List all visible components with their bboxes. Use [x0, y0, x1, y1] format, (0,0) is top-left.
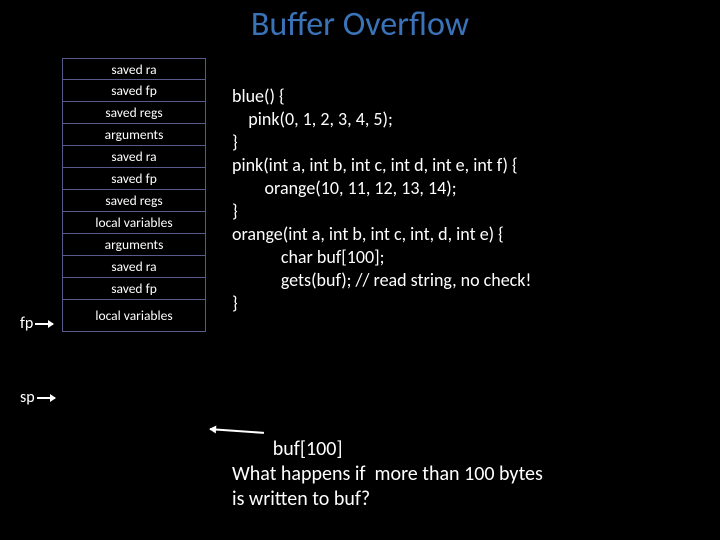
code-line: gets(buf); // read string, no check! [232, 269, 531, 291]
stack-cell: local variables [62, 300, 206, 332]
stack-cell: saved ra [62, 146, 206, 168]
code-line: } [232, 200, 238, 222]
stack-cell: local variables [62, 212, 206, 234]
stack-cell: arguments [62, 234, 206, 256]
stack-cell: saved fp [62, 168, 206, 190]
page-title: Buffer Overflow [0, 0, 720, 45]
stack-pointer-label: sp [20, 388, 60, 407]
question-line: is written to buf? [232, 487, 370, 511]
sp-text: sp [20, 388, 35, 407]
stack-diagram: saved ra saved fp saved regs arguments s… [62, 58, 206, 332]
code-line: pink(0, 1, 2, 3, 4, 5); [232, 108, 393, 130]
code-line: } [232, 131, 238, 153]
stack-cell: saved ra [62, 58, 206, 80]
stack-cell: saved regs [62, 102, 206, 124]
frame-pointer-label: fp [20, 314, 60, 333]
arrow-right-icon [37, 397, 55, 399]
code-line: blue() { [232, 85, 285, 107]
fp-text: fp [20, 314, 33, 333]
arrow-right-icon [35, 323, 53, 325]
code-block: blue() { pink(0, 1, 2, 3, 4, 5); } pink(… [232, 62, 531, 315]
code-line: orange(int a, int b, int c, int, d, int … [232, 223, 504, 245]
stack-cell: saved fp [62, 278, 206, 300]
code-line: orange(10, 11, 12, 13, 14); [232, 177, 457, 199]
stack-cell: arguments [62, 124, 206, 146]
code-line: pink(int a, int b, int c, int d, int e, … [232, 154, 518, 176]
question-line: What happens if more than 100 bytes [232, 462, 543, 486]
code-line: } [232, 292, 238, 314]
stack-cell: saved fp [62, 80, 206, 102]
stack-cell: saved ra [62, 256, 206, 278]
question-line: buf[100] [232, 437, 343, 461]
stack-cell: saved regs [62, 190, 206, 212]
code-line: char buf[100]; [232, 246, 385, 268]
question-text: buf[100] What happens if more than 100 b… [232, 412, 543, 512]
